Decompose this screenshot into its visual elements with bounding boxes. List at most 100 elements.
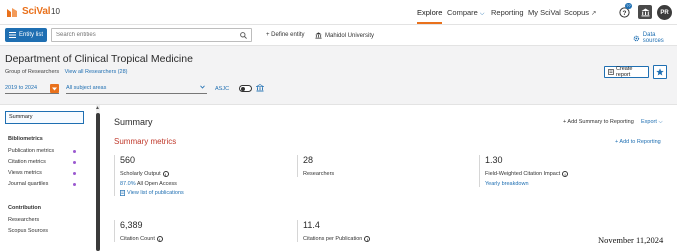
gear-icon: [633, 35, 640, 41]
info-icon[interactable]: i: [364, 236, 371, 242]
open-access-percent: 87.0%: [120, 181, 136, 187]
search-icon[interactable]: [240, 32, 247, 39]
metric-card-scholarly-output: 560 Scholarly Output i 87.0% All Open Acc…: [114, 155, 284, 196]
sidebar-item-label: Views metrics: [8, 170, 42, 176]
metric-card-citation-count: 6,389 Citation Count i: [114, 220, 284, 242]
metric-value: 11.4: [303, 220, 320, 230]
year-range-select[interactable]: 2019 to 2024: [5, 84, 59, 94]
asjc-label: ASJC: [215, 86, 230, 92]
sidebar-item-label: Journal quartiles: [8, 181, 49, 187]
metric-card-researchers: 28 Researchers: [297, 155, 467, 177]
notification-badge: ??: [625, 3, 632, 9]
chevron-down-icon: [200, 85, 205, 89]
nav-scopus[interactable]: Scopus ↗: [564, 8, 596, 17]
dropdown-arrow-icon: [50, 84, 59, 93]
group-label: Group of Researchers: [5, 69, 60, 75]
institution-button[interactable]: [638, 5, 652, 19]
info-icon[interactable]: i: [562, 171, 569, 177]
institution-name: Mahidol University: [325, 32, 375, 39]
institution-icon: [641, 8, 649, 16]
metric-subtext: 87.0% All Open Access: [120, 181, 284, 187]
scroll-up-icon[interactable]: ▲: [95, 105, 100, 111]
status-dot: [73, 161, 76, 164]
metric-card-fwci: 1.30 Field-Weighted Citation Impact i Yea…: [479, 155, 659, 187]
main-content: Summary + Add Summary to Reporting Expor…: [101, 105, 677, 251]
document-icon: [120, 190, 125, 196]
view-publications-link[interactable]: View list of publications: [120, 190, 284, 196]
institution-icon: [315, 32, 322, 39]
menu-icon: [9, 32, 16, 38]
search-input[interactable]: [52, 29, 232, 41]
status-dot: [73, 150, 76, 153]
view-publications-label: View list of publications: [127, 190, 184, 196]
institution-filter-icon[interactable]: [256, 84, 264, 92]
status-dot: [73, 172, 76, 175]
sidebar-item-citation-metrics[interactable]: Citation metrics: [8, 159, 78, 165]
user-avatar[interactable]: PR: [657, 5, 672, 20]
export-label: Export: [641, 119, 657, 125]
favorite-button[interactable]: [653, 65, 667, 79]
asjc-toggle[interactable]: [239, 85, 252, 92]
open-access-label: All Open Access: [136, 181, 177, 187]
create-report-label: Create report: [615, 66, 633, 78]
metric-value: 28: [303, 155, 314, 165]
entity-list-button[interactable]: Entity list: [5, 28, 47, 42]
app-logo-text[interactable]: SciVal: [22, 6, 50, 17]
external-link-icon: ↗: [591, 10, 597, 17]
summary-heading: Summary: [114, 117, 153, 127]
metric-label-text: Field-Weighted Citation Impact: [485, 171, 561, 177]
sidebar-group-contribution: Contribution: [8, 205, 41, 211]
scival-logo-icon[interactable]: [5, 6, 19, 19]
entity-subtitle: Group of Researchers View all Researcher…: [5, 69, 128, 75]
metric-label-text: Citation Count: [120, 236, 155, 242]
nav-compare[interactable]: Compare ⌵: [447, 8, 484, 18]
date-stamp: November 11,2024: [598, 235, 664, 245]
app-version: 10: [51, 7, 60, 16]
nav-compare-label: Compare: [447, 8, 478, 17]
metric-label: Researchers: [303, 171, 467, 177]
export-button[interactable]: Export ⌵: [641, 119, 663, 126]
metric-label-text: Scholarly Output: [120, 171, 161, 177]
nav-reporting[interactable]: Reporting: [491, 8, 524, 17]
report-icon: [608, 69, 614, 75]
nav-explore[interactable]: Explore: [417, 8, 443, 24]
sidebar-item-journal-quartiles[interactable]: Journal quartiles: [8, 181, 78, 187]
nav-scopus-label: Scopus: [564, 8, 590, 17]
subject-area-select[interactable]: All subject areas: [66, 84, 207, 94]
define-entity-button[interactable]: + Define entity: [266, 32, 305, 38]
info-icon[interactable]: i: [162, 171, 169, 177]
metric-card-citations-per-publication: 11.4 Citations per Publication i: [297, 220, 467, 242]
add-summary-to-reporting-button[interactable]: + Add Summary to Reporting: [563, 119, 634, 125]
create-report-button[interactable]: Create report: [604, 66, 649, 78]
star-icon: [656, 68, 664, 76]
top-navigation: SciVal 10 Explore Compare ⌵ Reporting My …: [0, 0, 677, 25]
view-all-researchers-link[interactable]: View all Researchers (28): [65, 69, 128, 75]
institution-link[interactable]: Mahidol University: [315, 32, 374, 39]
year-range-value: 2019 to 2024: [5, 85, 38, 91]
data-sources-link[interactable]: Data sources: [633, 32, 677, 44]
sidebar-item-publication-metrics[interactable]: Publication metrics: [8, 148, 78, 154]
sidebar-item-summary[interactable]: Summary: [5, 111, 84, 124]
metric-value: 6,389: [120, 220, 143, 230]
info-icon[interactable]: i: [156, 236, 163, 242]
metric-value: 560: [120, 155, 136, 165]
summary-metrics-heading: Summary metrics: [114, 137, 177, 146]
svg-text:?: ?: [622, 10, 626, 17]
entity-header: Department of Clinical Tropical Medicine…: [0, 46, 677, 105]
nav-my-scival[interactable]: My SciVal: [528, 8, 561, 17]
sidebar-item-researchers[interactable]: Researchers: [8, 217, 78, 223]
entity-search: [51, 28, 252, 42]
metric-label: Citation Count i: [120, 236, 284, 242]
chevron-down-icon: ⌵: [658, 119, 663, 125]
chevron-down-icon: ⌵: [479, 11, 485, 17]
yearly-breakdown-link[interactable]: Yearly breakdown: [485, 181, 659, 187]
add-to-reporting-button[interactable]: + Add to Reporting: [615, 139, 661, 145]
metric-label-text: Citations per Publication: [303, 236, 363, 242]
data-sources-label: Data sources: [642, 32, 664, 44]
scrollbar-thumb[interactable]: [96, 113, 100, 251]
sidebar-item-views-metrics[interactable]: Views metrics: [8, 170, 78, 176]
metric-label: Field-Weighted Citation Impact i: [485, 171, 659, 177]
sidebar-item-scopus-sources[interactable]: Scopus Sources: [8, 228, 78, 234]
page-title: Department of Clinical Tropical Medicine: [5, 53, 193, 65]
metric-value: 1.30: [485, 155, 503, 165]
